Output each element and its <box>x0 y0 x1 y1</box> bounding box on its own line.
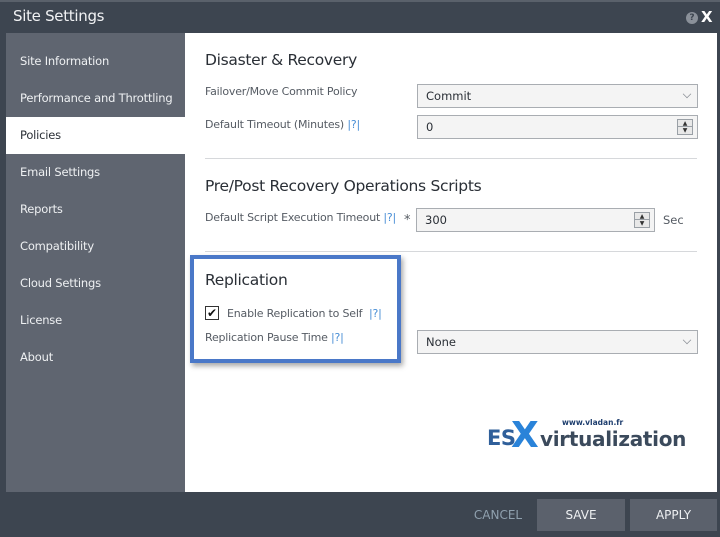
exec-timeout-help-link[interactable]: |?| <box>383 211 396 224</box>
sidebar-item-site-information[interactable]: Site Information <box>6 43 185 80</box>
section-title-disaster-recovery: Disaster & Recovery <box>205 51 357 69</box>
sidebar-item-cloud-settings[interactable]: Cloud Settings <box>6 265 185 302</box>
enable-replication-self-label: Enable Replication to Self |?| <box>227 307 382 320</box>
enable-replication-self-help-link[interactable]: |?| <box>369 307 382 320</box>
apply-button[interactable]: APPLY <box>630 499 717 531</box>
exec-timeout-label-text: Default Script Execution Timeout <box>205 211 381 224</box>
commit-policy-select[interactable]: Commit <box>417 84 698 108</box>
spin-up-icon[interactable]: ▲ <box>678 120 692 127</box>
sidebar-nav: Site Information Performance and Throttl… <box>6 33 185 492</box>
title-bar: Site Settings ? X <box>0 0 720 33</box>
default-timeout-label: Default Timeout (Minutes) |?| <box>205 118 360 131</box>
exec-timeout-input[interactable]: 300 ▲ ▼ <box>416 208 655 232</box>
watermark-x: X <box>511 415 539 456</box>
sidebar-item-license[interactable]: License <box>6 302 185 339</box>
required-marker: * <box>404 213 411 228</box>
watermark-url: www.vladan.fr <box>562 418 624 427</box>
default-timeout-spinner[interactable]: ▲ ▼ <box>677 119 693 135</box>
exec-timeout-value: 300 <box>425 213 447 227</box>
exec-timeout-unit: Sec <box>663 213 684 227</box>
pause-time-select[interactable]: None <box>417 330 698 354</box>
commit-policy-label: Failover/Move Commit Policy <box>205 85 358 98</box>
exec-timeout-spinner[interactable]: ▲ ▼ <box>634 212 650 228</box>
section-title-scripts: Pre/Post Recovery Operations Scripts <box>205 177 482 195</box>
chevron-down-icon <box>682 335 692 345</box>
spin-down-icon[interactable]: ▼ <box>678 127 692 134</box>
section-title-replication: Replication <box>205 271 288 289</box>
esxvirtualization-watermark: www.vladan.fr ES X virtualization <box>485 416 705 456</box>
chevron-down-icon <box>682 89 692 99</box>
sidebar-item-compatibility[interactable]: Compatibility <box>6 228 185 265</box>
sidebar-item-performance-throttling[interactable]: Performance and Throttling <box>6 80 185 117</box>
watermark-virtualization: virtualization <box>540 427 687 451</box>
pause-time-value: None <box>426 335 457 349</box>
sidebar-item-policies[interactable]: Policies <box>6 117 185 154</box>
sidebar-item-about[interactable]: About <box>6 339 185 376</box>
window-title: Site Settings <box>13 7 105 25</box>
exec-timeout-label: Default Script Execution Timeout |?| <box>205 211 396 224</box>
default-timeout-help-link[interactable]: |?| <box>347 118 360 131</box>
pause-time-help-link[interactable]: |?| <box>331 331 344 344</box>
commit-policy-value: Commit <box>426 89 472 103</box>
help-icon[interactable]: ? <box>686 12 698 24</box>
checkmark-icon: ✔ <box>206 306 218 320</box>
cancel-button[interactable]: CANCEL <box>462 499 534 531</box>
pause-time-label: Replication Pause Time |?| <box>205 331 344 344</box>
default-timeout-label-text: Default Timeout (Minutes) <box>205 118 345 131</box>
close-icon[interactable]: X <box>701 8 713 26</box>
spin-up-icon[interactable]: ▲ <box>635 213 649 220</box>
sidebar-item-email-settings[interactable]: Email Settings <box>6 154 185 191</box>
spin-down-icon[interactable]: ▼ <box>635 220 649 227</box>
section-divider <box>205 251 697 252</box>
default-timeout-value: 0 <box>426 120 434 134</box>
pause-time-label-text: Replication Pause Time <box>205 331 328 344</box>
policies-panel: Disaster & Recovery Failover/Move Commit… <box>185 33 717 492</box>
section-divider <box>205 158 697 159</box>
enable-replication-self-text: Enable Replication to Self <box>227 307 363 320</box>
save-button[interactable]: SAVE <box>537 499 625 531</box>
default-timeout-input[interactable]: 0 ▲ ▼ <box>417 115 698 139</box>
sidebar-item-reports[interactable]: Reports <box>6 191 185 228</box>
enable-replication-self-checkbox[interactable]: ✔ <box>205 306 219 320</box>
